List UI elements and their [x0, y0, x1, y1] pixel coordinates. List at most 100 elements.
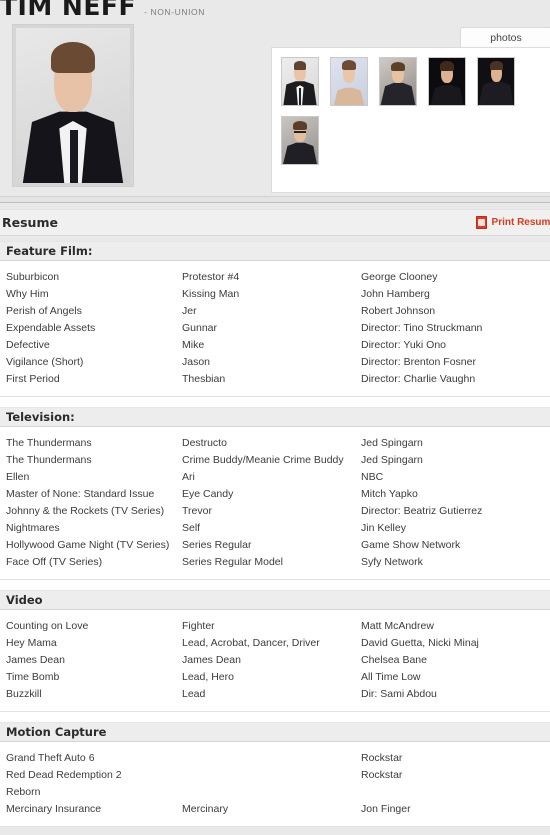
credit-row: Reborn	[0, 783, 550, 800]
credit-role: Self	[182, 521, 201, 534]
credit-row: Johnny & the Rockets (TV Series) Trevor Di…	[0, 502, 550, 519]
credit-company: Game Show Network	[361, 538, 461, 551]
credit-role: Mercinary	[182, 802, 229, 815]
resume-section: Video Counting on Love Fighter Matt McAndre…	[0, 590, 550, 712]
credit-title: Defective	[6, 338, 50, 351]
credit-row: Suburbicon Protestor #4 George Clooney	[0, 268, 550, 285]
resume-section: Television: The Thundermans Destructo Jed S…	[0, 407, 550, 580]
credit-title: Nightmares	[6, 521, 60, 534]
gallery-thumbnail[interactable]	[330, 57, 368, 106]
credit-title: Buzzkill	[6, 687, 42, 700]
credit-company: Chelsea Bane	[361, 653, 427, 666]
credit-company: Director: Beatriz Gutierrez	[361, 504, 483, 517]
credit-title: Grand Theft Auto 6	[6, 751, 95, 764]
credit-title: Mercinary Insurance	[6, 802, 102, 815]
credit-row: Master of None: Standard Issue Eye Candy M…	[0, 485, 550, 502]
section-header: Feature Film:	[0, 241, 550, 261]
credit-title: The Thundermans	[6, 436, 92, 449]
credit-title: Suburbicon	[6, 270, 60, 283]
credit-company: Director: Brenton Fosner	[361, 355, 476, 368]
credit-company: Matt McAndrew	[361, 619, 434, 632]
gallery-thumbnail[interactable]	[428, 57, 466, 106]
credit-role: James Dean	[182, 653, 241, 666]
credit-title: Time Bomb	[6, 670, 60, 683]
credit-company: Jin Kelley	[361, 521, 406, 534]
credit-row: Buzzkill Lead Dir: Sami Abdou	[0, 685, 550, 702]
credit-role: Ari	[182, 470, 195, 483]
profile-header: TIM NEFF - NON-UNION	[0, 0, 205, 24]
section-rows: Grand Theft Auto 6 Rockstar Red Dead Redem…	[0, 742, 550, 827]
headshot-image	[16, 28, 130, 183]
credit-company: Jon Finger	[361, 802, 411, 815]
credit-company: Dir: Sami Abdou	[361, 687, 437, 700]
credit-row: The Thundermans Destructo Jed Spingarn	[0, 434, 550, 451]
credit-role: Protestor #4	[182, 270, 240, 283]
print-resume-label: Print Resume	[491, 217, 550, 228]
pdf-icon	[475, 216, 487, 229]
credit-role: Trevor	[182, 504, 212, 517]
section-rows: Suburbicon Protestor #4 George Clooney Why …	[0, 261, 550, 397]
resume-title: Resume	[2, 215, 58, 230]
credit-company: Jed Spingarn	[361, 436, 423, 449]
credit-title: Expendable Assets	[6, 321, 96, 334]
credit-row: James Dean James Dean Chelsea Bane	[0, 651, 550, 668]
credit-title: First Period	[6, 372, 60, 385]
credit-company: Mitch Yapko	[361, 487, 418, 500]
credit-row: Why Him Kissing Man John Hamberg	[0, 285, 550, 302]
resume-body: Feature Film: Suburbicon Protestor #4 Georg…	[0, 241, 550, 827]
credit-role: Kissing Man	[182, 287, 240, 300]
credit-row: Nightmares Self Jin Kelley	[0, 519, 550, 536]
credit-company: Rockstar	[361, 751, 403, 764]
credit-role: Mike	[182, 338, 205, 351]
credit-company: Robert Johnson	[361, 304, 436, 317]
credit-company: Director: Charlie Vaughn	[361, 372, 476, 385]
credit-company: Director: Yuki Ono	[361, 338, 447, 351]
credit-company: Syfy Network	[361, 555, 423, 568]
credit-role: Gunnar	[182, 321, 218, 334]
main-headshot[interactable]	[12, 24, 134, 187]
print-resume-button[interactable]: Print Resume	[475, 216, 550, 229]
credit-role: Eye Candy	[182, 487, 234, 500]
credit-role: Series Regular	[182, 538, 252, 551]
credit-row: Grand Theft Auto 6 Rockstar	[0, 749, 550, 766]
credit-row: Mercinary Insurance Mercinary Jon Finger	[0, 800, 550, 817]
credit-row: Hey Mama Lead, Acrobat, Dancer, Driver Dav…	[0, 634, 550, 651]
credit-row: Face Off (TV Series) Series Regular Model…	[0, 553, 550, 570]
credit-title: The Thundermans	[6, 453, 92, 466]
resume-header-bar: Resume Print Resume	[0, 209, 550, 236]
page-title: TIM NEFF	[0, 0, 137, 21]
credit-title: Johnny & the Rockets (TV Series)	[6, 504, 165, 517]
gallery-thumbnail[interactable]	[379, 57, 417, 106]
credit-role: Jer	[182, 304, 197, 317]
credit-title: James Dean	[6, 653, 65, 666]
credit-row: Time Bomb Lead, Hero All Time Low	[0, 668, 550, 685]
credit-row: First Period Thesbian Director: Charlie Va…	[0, 370, 550, 387]
union-status: - NON-UNION	[144, 7, 205, 17]
media-area	[0, 22, 550, 194]
credit-title: Counting on Love	[6, 619, 89, 632]
gallery-thumbnail[interactable]	[477, 57, 515, 106]
credit-title: Master of None: Standard Issue	[6, 487, 155, 500]
credit-row: Defective Mike Director: Yuki Ono	[0, 336, 550, 353]
gallery-thumbnail[interactable]	[281, 57, 319, 106]
credit-row: Hollywood Game Night (TV Series) Series R…	[0, 536, 550, 553]
section-rows: Counting on Love Fighter Matt McAndrew Hey …	[0, 610, 550, 712]
credit-company: John Hamberg	[361, 287, 430, 300]
credit-title: Red Dead Redemption 2	[6, 768, 122, 781]
credit-row: Vigilance (Short) Jason Director: Brenton …	[0, 353, 550, 370]
credit-company: George Clooney	[361, 270, 438, 283]
glasses-icon	[294, 130, 306, 138]
credit-role: Thesbian	[182, 372, 226, 385]
photo-gallery	[271, 47, 550, 193]
credit-role: Lead	[182, 687, 206, 700]
credit-title: Vigilance (Short)	[6, 355, 84, 368]
credit-row: The Thundermans Crime Buddy/Meanie Crime …	[0, 451, 550, 468]
section-header: Video	[0, 590, 550, 610]
credit-title: Perish of Angels	[6, 304, 82, 317]
credit-company: Director: Tino Struckmann	[361, 321, 483, 334]
gallery-thumbnail[interactable]	[281, 116, 319, 165]
section-divider	[0, 196, 550, 203]
